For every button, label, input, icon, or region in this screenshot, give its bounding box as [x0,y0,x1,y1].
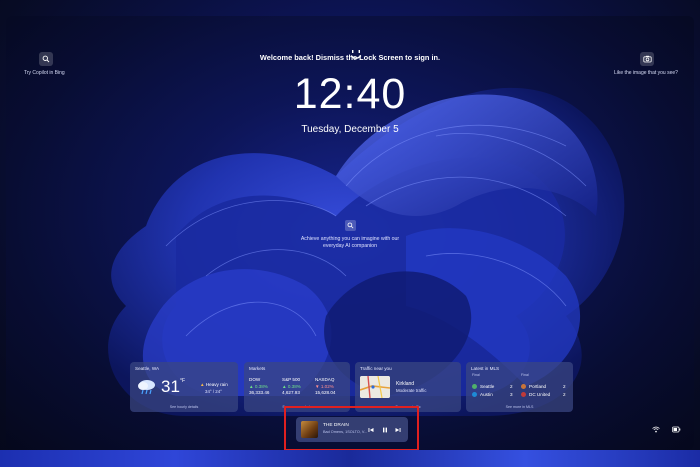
screen-backdrop: Try Copilot in Bing Like the image that … [0,0,700,467]
market-change: ▼ 1.02% [315,383,334,389]
team-score: 3 [510,392,513,397]
market-sp500: S&P 500 ▲ 0.38% 4,627.93 [282,377,301,397]
team-name: Austin [480,392,493,397]
mls-status-right: Final [521,373,529,377]
team-name: Portland [529,384,547,389]
weather-location: Seattle, WA [135,366,160,371]
copilot-prompt-line2: everyday AI companion [323,243,377,249]
warning-icon: ▲ [200,382,205,387]
copilot-caption: Try Copilot in Bing [24,70,65,76]
markets-widget[interactable]: Markets DOW ▲ 0.38% 36,333.46 S&P 500 ▲ … [244,362,350,412]
market-change: ▲ 0.38% [249,383,268,389]
traffic-map-thumbnail [360,376,390,398]
like-image-button[interactable] [640,52,654,66]
team-logo-icon [521,384,526,389]
copilot-prompt: Achieve anything you can imagine with ou… [290,236,410,250]
taskbar-edge [0,450,700,467]
welcome-message: Welcome back! Dismiss the Lock Screen to… [259,53,441,62]
team-score: 2 [563,392,566,397]
market-dow: DOW ▲ 0.38% 36,333.46 [249,377,269,397]
rain-cloud-icon [138,380,155,395]
copilot-center-button[interactable] [345,220,356,231]
market-name: S&P 500 [282,377,301,382]
power-icon-glyph [671,426,680,432]
copilot-button[interactable] [39,52,53,66]
mls-title: Latest in MLS [471,366,500,371]
team-score: 2 [563,384,566,389]
market-value: 36,333.46 [249,390,270,396]
team-score: 2 [510,384,513,389]
team-name: DC United [529,392,551,397]
team-logo-icon [472,384,477,389]
lock-date: Tuesday, December 5 [301,124,399,135]
mls-widget[interactable]: Latest in MLS Final Final Seattle 2 Aust… [466,362,573,412]
market-change: ▲ 0.38% [282,383,301,389]
traffic-place: Kirkland [396,381,415,387]
market-value: 15,628.04 [315,390,336,396]
team-logo-icon [472,392,477,397]
search-icon [42,55,50,63]
team-logo-icon [521,392,526,397]
markets-title: Markets [249,366,266,371]
market-value: 4,627.93 [282,390,300,396]
weather-condition-text: Heavy rain [205,382,228,387]
traffic-level: Moderate traffic [396,388,427,393]
team-name: Seattle [480,384,495,389]
battery-icon[interactable] [671,424,681,434]
mls-team-row: Portland 2 [521,384,566,389]
traffic-title: Traffic near you [360,366,392,371]
camera-icon [642,55,652,63]
highlight-box [284,406,419,451]
mls-team-row: DC United 2 [521,392,566,397]
wifi-icon[interactable] [651,424,661,434]
weather-widget[interactable]: Seattle, WA 31 °F ▲ Heavy rain 34° / 24°… [130,362,238,412]
weather-footer-link[interactable]: See hourly details [130,405,238,409]
traffic-widget[interactable]: Traffic near you Kirkland Moderate traff… [355,362,461,412]
lock-clock: 12:40 [293,70,407,118]
mls-footer-link[interactable]: See more in MLS [466,405,573,409]
search-icon [347,222,354,229]
weather-condition: ▲ Heavy rain [200,382,228,387]
map-icon [360,376,390,398]
mls-status-left: Final [472,373,480,377]
mls-team-row: Austin 3 [472,392,513,397]
market-nasdaq: NASDAQ ▼ 1.02% 15,628.04 [315,377,335,397]
copilot-prompt-line1: Achieve anything you can imagine with ou… [300,236,400,242]
like-image-caption: Like the image that you see? [614,70,678,76]
mls-team-row: Seattle 2 [472,384,513,389]
weather-range: 34° / 24° [205,389,222,394]
weather-temperature: 31 [161,377,180,396]
weather-unit: °F [180,378,186,384]
wifi-icon-glyph [652,426,660,432]
market-name: DOW [249,377,261,382]
market-name: NASDAQ [315,377,335,382]
